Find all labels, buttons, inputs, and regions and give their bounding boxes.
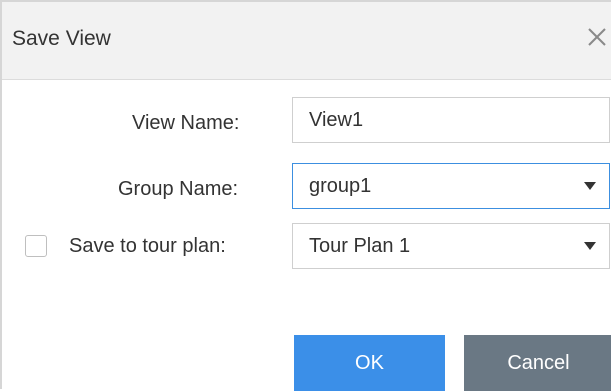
caret-down-icon [584, 242, 596, 250]
group-name-value: group1 [309, 175, 372, 197]
tour-plan-value: Tour Plan 1 [309, 235, 411, 257]
ok-button[interactable]: OK [294, 335, 445, 391]
save-view-dialog: Save View View Name: View1 Group Name: g… [0, 0, 611, 391]
group-name-select[interactable]: group1 [292, 163, 610, 209]
view-name-input[interactable]: View1 [292, 97, 610, 143]
caret-down-icon [584, 182, 596, 190]
tour-plan-select[interactable]: Tour Plan 1 [292, 223, 610, 269]
group-name-label: Group Name: [118, 178, 239, 200]
close-icon[interactable] [584, 24, 610, 50]
cancel-button[interactable]: Cancel [464, 335, 611, 391]
dialog-title: Save View [12, 27, 111, 50]
dialog-titlebar: Save View [2, 2, 611, 80]
view-name-value: View1 [309, 109, 364, 131]
view-name-label: View Name: [132, 112, 240, 134]
save-to-tour-plan-label: Save to tour plan: [69, 235, 226, 257]
save-to-tour-plan-checkbox[interactable] [25, 235, 47, 257]
